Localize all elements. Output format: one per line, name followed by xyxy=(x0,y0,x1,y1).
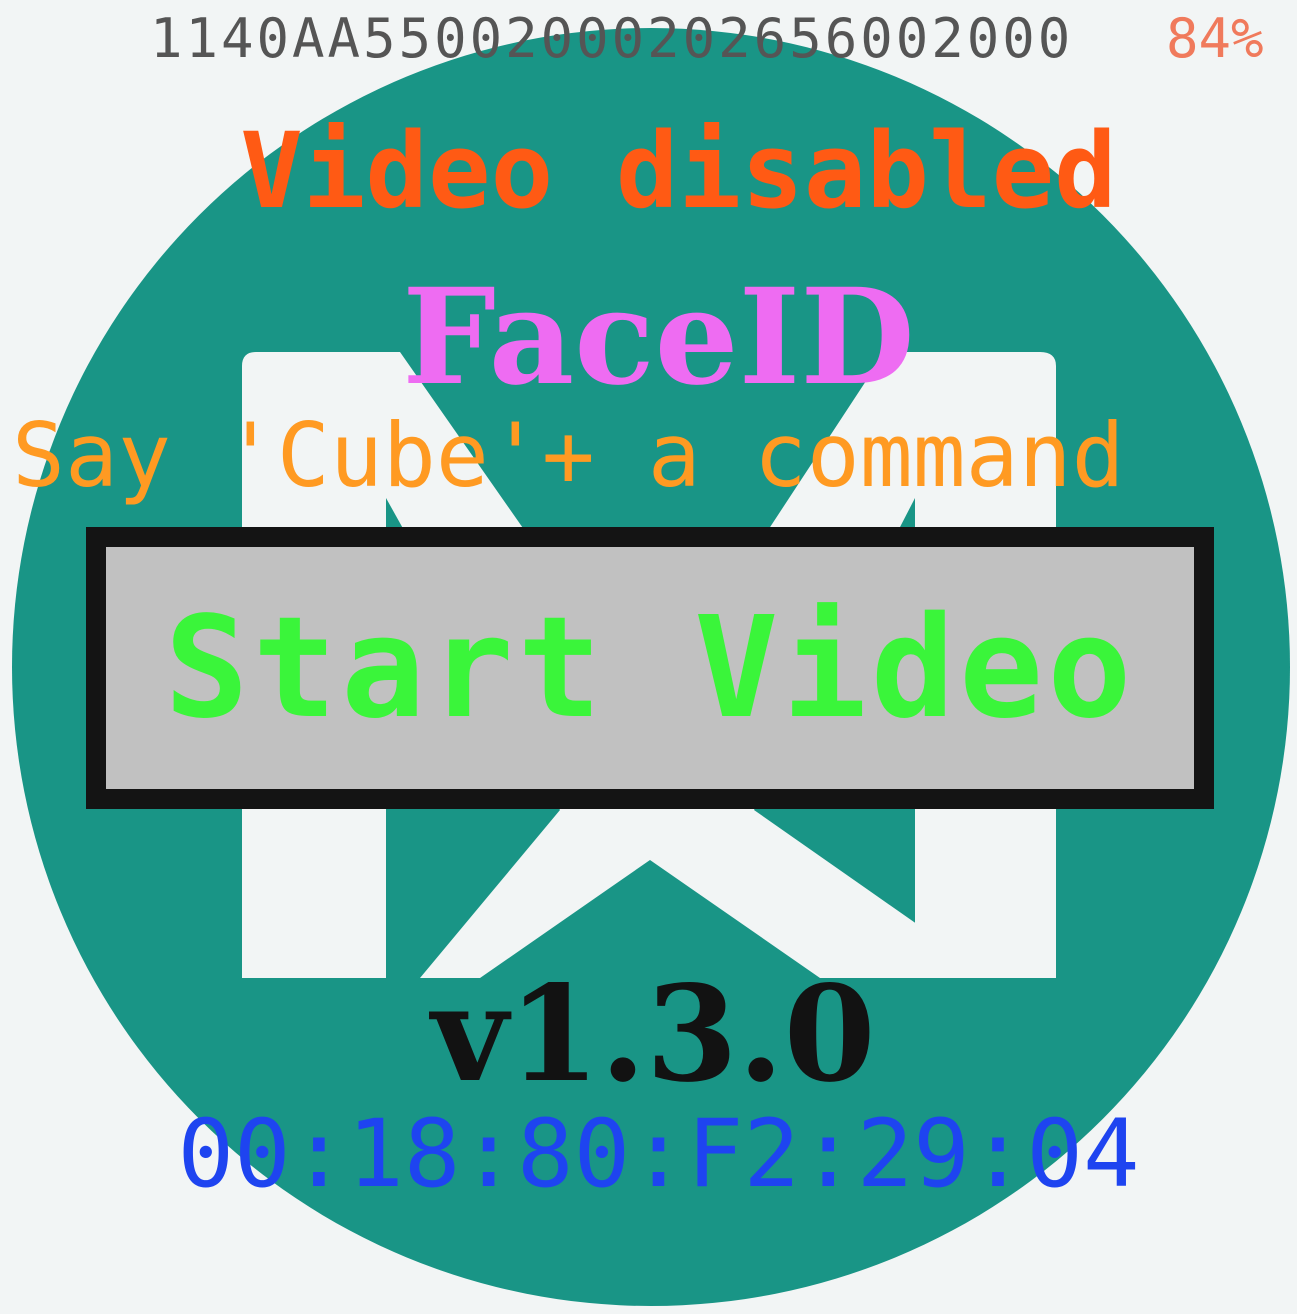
device-screen: 1140AA55002000202656002000 84% Video dis… xyxy=(0,0,1297,1314)
device-id-text: 1140AA55002000202656002000 xyxy=(150,7,1074,70)
app-title: FaceID xyxy=(402,260,915,415)
video-status-text: Video disabled xyxy=(240,110,1117,232)
version-label: v1.3.0 xyxy=(431,957,876,1112)
start-video-button[interactable]: Start Video xyxy=(86,527,1214,809)
mac-address-text: 00:18:80:F2:29:04 xyxy=(177,1100,1140,1209)
voice-command-hint: Say 'Cube'+ a command xyxy=(12,404,1125,507)
battery-level: 84% xyxy=(1166,7,1264,70)
start-video-label: Start Video xyxy=(164,586,1136,750)
